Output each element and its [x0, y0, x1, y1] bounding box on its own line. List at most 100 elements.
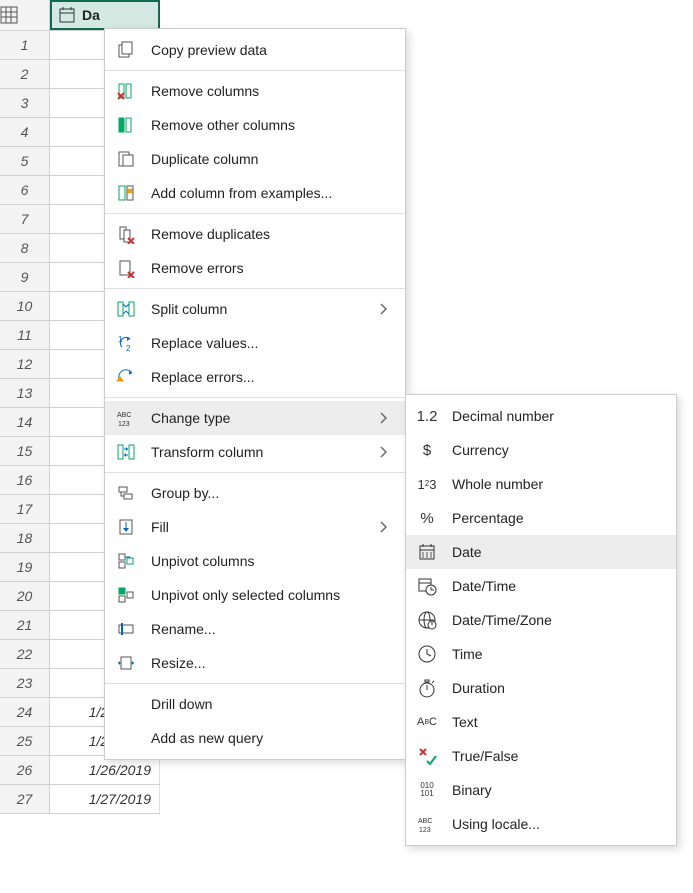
%-icon: %	[416, 507, 438, 529]
remove-dup-icon	[115, 223, 137, 245]
xcheck-icon	[416, 745, 438, 767]
row-number: 25	[0, 727, 50, 755]
change-type-submenu: 1.2Decimal number$Currency123Whole numbe…	[405, 394, 677, 846]
svg-text:2: 2	[126, 344, 131, 353]
cell-value[interactable]: 1/27/2019	[50, 785, 160, 813]
svg-text:ABC: ABC	[117, 412, 131, 419]
row-number: 11	[0, 321, 50, 349]
menu-item-drill-down[interactable]: Drill down	[105, 687, 405, 721]
row-number: 26	[0, 756, 50, 784]
add-example-icon	[115, 182, 137, 204]
row-number: 2	[0, 60, 50, 88]
menu-item-split-column[interactable]: Split column	[105, 292, 405, 326]
row-number: 27	[0, 785, 50, 813]
menu-item-label: Group by...	[151, 485, 391, 501]
menu-item-fill[interactable]: Fill	[105, 510, 405, 544]
menu-item-label: Change type	[151, 410, 365, 426]
row-number: 17	[0, 495, 50, 523]
transform-icon	[115, 441, 137, 463]
table-row[interactable]: 271/27/2019	[0, 785, 160, 814]
table-row[interactable]: 261/26/2019	[0, 756, 160, 785]
menu-item-unpivot-selected[interactable]: Unpivot only selected columns	[105, 578, 405, 612]
menu-item-truefalse[interactable]: True/False	[406, 739, 676, 773]
menu-item-unpivot[interactable]: Unpivot columns	[105, 544, 405, 578]
menu-item-label: Add column from examples...	[151, 185, 391, 201]
row-number: 14	[0, 408, 50, 436]
row-number: 1	[0, 31, 50, 59]
menu-item-label: Transform column	[151, 444, 365, 460]
menu-item-replace-values[interactable]: 12Replace values...	[105, 326, 405, 360]
menu-item-whole[interactable]: 123Whole number	[406, 467, 676, 501]
menu-item-decimal[interactable]: 1.2Decimal number	[406, 399, 676, 433]
context-menu: Copy preview data Remove columns Remove ot…	[104, 28, 406, 760]
blank-icon	[115, 693, 137, 715]
menu-item-currency[interactable]: $Currency	[406, 433, 676, 467]
menu-item-label: Rename...	[151, 621, 391, 637]
menu-item-label: Add as new query	[151, 730, 391, 746]
menu-item-label: Duplicate column	[151, 151, 391, 167]
1²3-icon: 123	[416, 473, 438, 495]
menu-item-transform-column[interactable]: Transform column	[105, 435, 405, 469]
menu-item-date[interactable]: Date	[406, 535, 676, 569]
menu-item-duration[interactable]: Duration	[406, 671, 676, 705]
remove-err-icon	[115, 257, 137, 279]
menu-item-label: Date/Time/Zone	[452, 612, 662, 628]
column-header-date[interactable]: Da	[50, 0, 160, 30]
stopwatch-icon	[416, 677, 438, 699]
menu-item-label: Unpivot columns	[151, 553, 391, 569]
svg-text:123: 123	[419, 827, 431, 834]
menu-item-add-from-examples[interactable]: Add column from examples...	[105, 176, 405, 210]
menu-item-label: True/False	[452, 748, 662, 764]
menu-item-change-type[interactable]: ABC123Change type	[105, 401, 405, 435]
row-number: 18	[0, 524, 50, 552]
menu-item-replace-errors[interactable]: Replace errors...	[105, 360, 405, 394]
menu-item-binary[interactable]: 010101Binary	[406, 773, 676, 807]
menu-item-label: Date	[452, 544, 662, 560]
menu-item-label: Remove other columns	[151, 117, 391, 133]
menu-item-label: Replace errors...	[151, 369, 391, 385]
menu-item-label: Remove errors	[151, 260, 391, 276]
menu-item-rename[interactable]: Rename...	[105, 612, 405, 646]
duplicate-icon	[115, 148, 137, 170]
menu-item-remove-errors[interactable]: Remove errors	[105, 251, 405, 285]
menu-separator	[105, 288, 405, 289]
chevron-right-icon	[379, 303, 391, 315]
menu-separator	[105, 70, 405, 71]
menu-item-remove-columns[interactable]: Remove columns	[105, 74, 405, 108]
menu-item-label: Percentage	[452, 510, 662, 526]
menu-item-add-new-query[interactable]: Add as new query	[105, 721, 405, 755]
table-corner-icon[interactable]	[0, 0, 50, 30]
menu-item-time[interactable]: Time	[406, 637, 676, 671]
split-icon	[115, 298, 137, 320]
copy-icon	[115, 39, 137, 61]
menu-item-label: Duration	[452, 680, 662, 696]
menu-item-datetime[interactable]: Date/Time	[406, 569, 676, 603]
row-number: 5	[0, 147, 50, 175]
row-number: 15	[0, 437, 50, 465]
row-number: 22	[0, 640, 50, 668]
globe-icon	[416, 609, 438, 631]
row-number: 9	[0, 263, 50, 291]
row-number: 23	[0, 669, 50, 697]
abc123-icon: ABC123	[416, 813, 438, 835]
menu-item-locale[interactable]: ABC123Using locale...	[406, 807, 676, 841]
menu-item-copy-preview[interactable]: Copy preview data	[105, 33, 405, 67]
chevron-right-icon	[379, 446, 391, 458]
replace-val-icon: 12	[115, 332, 137, 354]
menu-item-text[interactable]: ABCText	[406, 705, 676, 739]
menu-item-remove-duplicates[interactable]: Remove duplicates	[105, 217, 405, 251]
$-icon: $	[416, 439, 438, 461]
menu-item-duplicate-column[interactable]: Duplicate column	[105, 142, 405, 176]
row-number: 3	[0, 89, 50, 117]
rename-icon	[115, 618, 137, 640]
menu-item-label: Binary	[452, 782, 662, 798]
menu-item-remove-other-columns[interactable]: Remove other columns	[105, 108, 405, 142]
menu-item-group-by[interactable]: Group by...	[105, 476, 405, 510]
blank-icon	[115, 727, 137, 749]
menu-item-datetimezone[interactable]: Date/Time/Zone	[406, 603, 676, 637]
menu-item-resize[interactable]: Resize...	[105, 646, 405, 680]
remove-col-icon	[115, 80, 137, 102]
cell-value[interactable]: 1/26/2019	[50, 756, 160, 784]
menu-item-percentage[interactable]: % Percentage	[406, 501, 676, 535]
fill-icon	[115, 516, 137, 538]
